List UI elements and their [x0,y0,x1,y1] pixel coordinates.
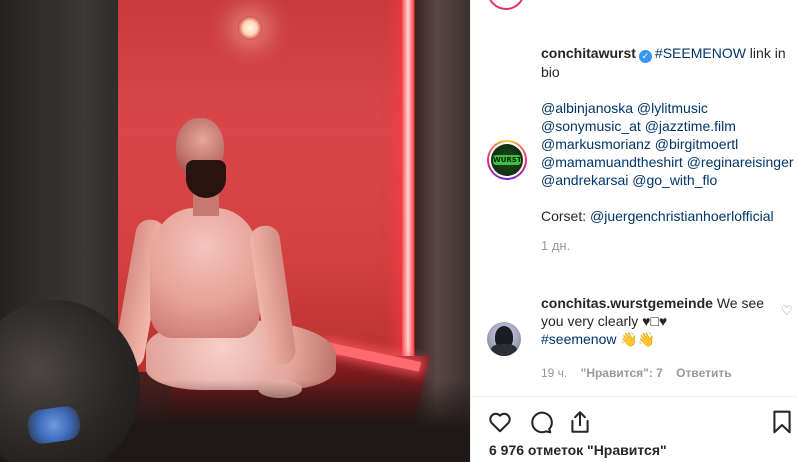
author-avatar-border: WURST [489,142,525,178]
verified-badge-icon: ✓ [638,50,652,63]
commenter-avatar[interactable] [487,322,521,356]
share-icon[interactable] [567,409,593,435]
author-avatar[interactable]: WURST [487,140,527,180]
header-avatar[interactable] [487,0,525,10]
comment-icon-svg [531,411,553,434]
photo-person-torso [150,208,260,338]
photo-lamp [238,16,262,40]
corset-mention[interactable]: @juergenchristianhoerlofficial [590,208,774,224]
share-icon-svg [571,411,589,433]
caption-hashtag[interactable]: #SEEMENOW [655,45,746,61]
comment-text: conchitas.wurstgemeinde We see you very … [541,294,769,348]
wurst-logo: WURST [493,155,522,165]
comment-emoji: 👋👋 [616,331,656,347]
commenter-avatar-shirt [491,344,517,356]
caption-mentions[interactable]: @albinjanoska @lylitmusic @sonymusic_at … [541,99,798,189]
post-time[interactable]: 1 дн. [541,237,798,255]
comment-time[interactable]: 19 ч. [541,366,567,380]
bookmark-icon-svg [773,410,791,434]
action-bar [471,396,798,439]
bookmark-icon[interactable] [769,409,795,435]
comment-reply-button[interactable]: Ответить [676,366,731,380]
comment-likes[interactable]: "Нравится": 7 [581,366,663,380]
comment-meta: 19 ч. "Нравится": 7 Ответить [541,366,732,380]
corset-label: Corset: [541,208,591,224]
comment-icon[interactable] [527,409,553,435]
post-sidebar: WURST conchitawurst ✓ #SEEMENOW link in bi… [470,0,798,462]
commenter-username[interactable]: conchitas.wurstgemeinde [541,295,713,311]
photo-person-beard [186,160,226,198]
likes-count[interactable]: 6 976 отметок "Нравится" [489,442,667,458]
caption-corset-line: Corset: @juergenchristianhoerlofficial [541,207,798,225]
comment-like-icon[interactable]: ♡ [781,304,795,318]
post-photo[interactable] [0,0,470,462]
author-username[interactable]: conchitawurst [541,45,636,61]
author-avatar-image: WURST [491,144,523,176]
photo-neon-frame [402,0,414,372]
caption: conchitawurst ✓ #SEEMENOW link in bio @alb… [541,44,798,255]
heart-icon[interactable] [487,409,513,435]
heart-icon-svg [489,412,511,433]
comment-hashtag[interactable]: #seemenow [541,331,617,347]
